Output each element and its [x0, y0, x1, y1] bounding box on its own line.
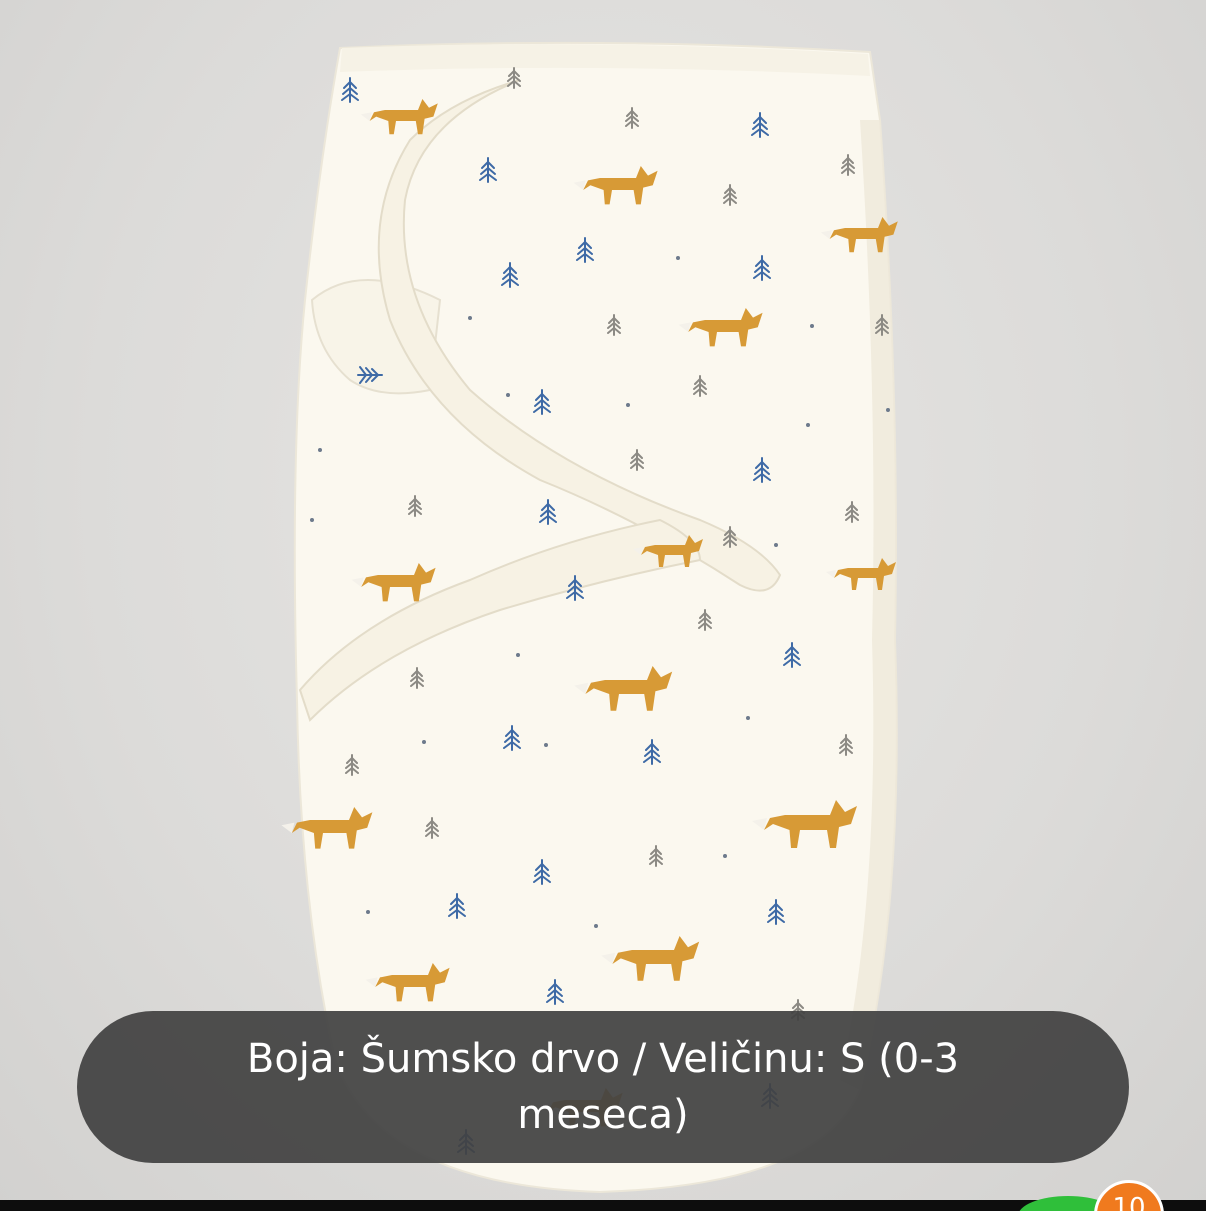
- variant-caption: Boja: Šumsko drvo / Veličinu: S (0-3 mes…: [77, 1011, 1129, 1163]
- image-viewer: Boja: Šumsko drvo / Veličinu: S (0-3 mes…: [0, 0, 1206, 1211]
- variant-caption-text: Boja: Šumsko drvo / Veličinu: S (0-3 mes…: [246, 1036, 960, 1138]
